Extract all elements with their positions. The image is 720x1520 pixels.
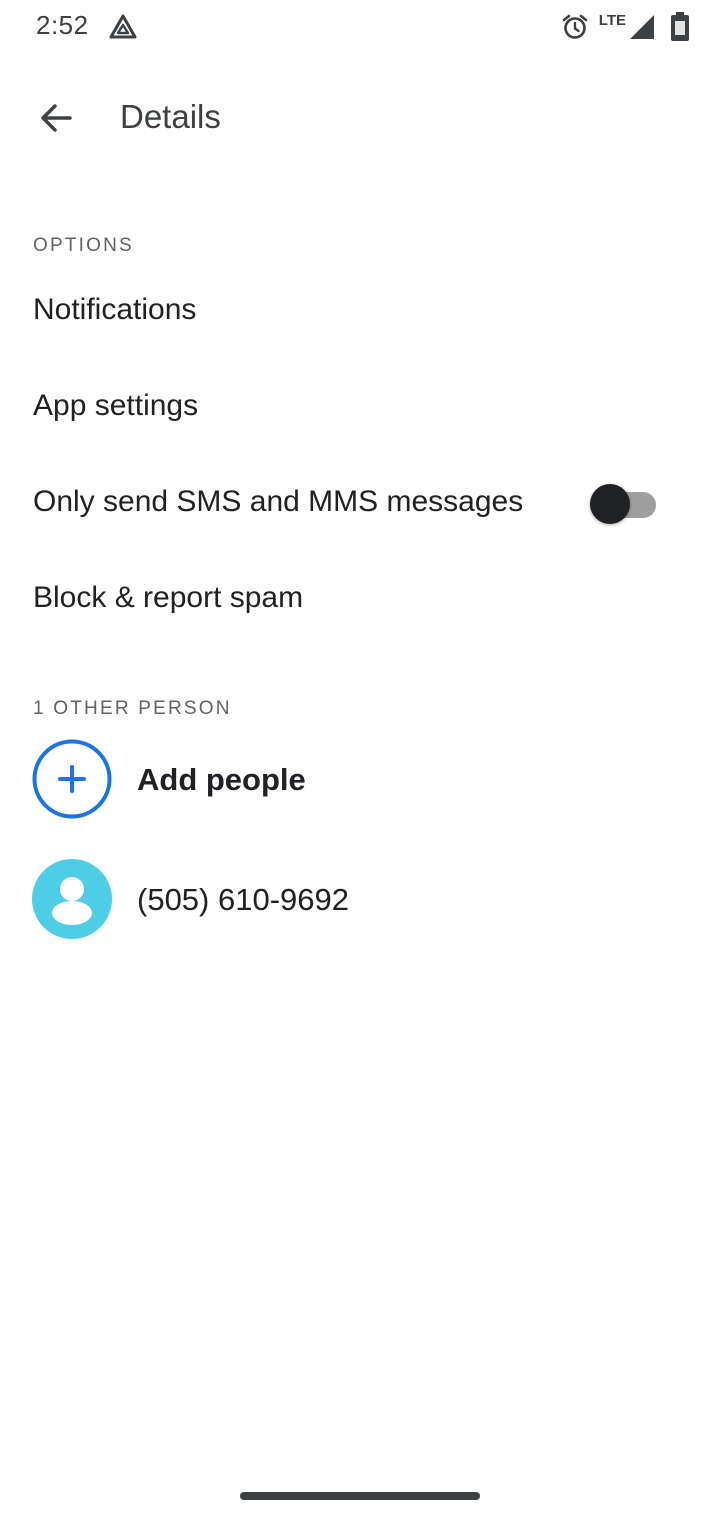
status-time: 2:52 (36, 10, 89, 40)
app-bar: Details (0, 78, 720, 158)
notifications-label: Notifications (33, 293, 197, 326)
add-circle-icon (32, 739, 112, 819)
gesture-navigation-handle[interactable] (240, 1492, 480, 1500)
drive-icon (108, 12, 138, 42)
contact-phone-number: (505) 610-9692 (137, 882, 349, 917)
sms-mms-only-label: Only send SMS and MMS messages (33, 485, 524, 518)
block-report-spam-item[interactable]: Block & report spam (0, 553, 720, 643)
contact-item[interactable]: (505) 610-9692 (0, 850, 720, 950)
alarm-icon (561, 13, 589, 41)
avatar (32, 859, 112, 939)
add-people-label: Add people (137, 762, 306, 797)
people-section-header: 1 OTHER PERSON (33, 698, 232, 719)
back-button[interactable] (28, 90, 84, 146)
signal-icon (628, 13, 656, 41)
page-title: Details (120, 98, 221, 135)
options-section-header: OPTIONS (33, 235, 134, 256)
network-type-label: LTE (598, 11, 626, 29)
notifications-item[interactable]: Notifications (0, 265, 720, 355)
block-report-spam-label: Block & report spam (33, 581, 304, 614)
person-icon (32, 859, 112, 939)
arrow-back-icon (41, 104, 72, 132)
toggle-thumb (590, 484, 630, 524)
sms-mms-only-toggle[interactable] (590, 482, 658, 524)
status-icons: LTE (561, 10, 690, 44)
app-settings-label: App settings (33, 389, 199, 422)
sms-mms-only-item[interactable]: Only send SMS and MMS messages (0, 457, 720, 547)
battery-icon (670, 12, 690, 42)
app-settings-item[interactable]: App settings (0, 361, 720, 451)
add-people-item[interactable]: Add people (0, 730, 720, 830)
status-bar: 2:52 LTE (0, 0, 720, 56)
